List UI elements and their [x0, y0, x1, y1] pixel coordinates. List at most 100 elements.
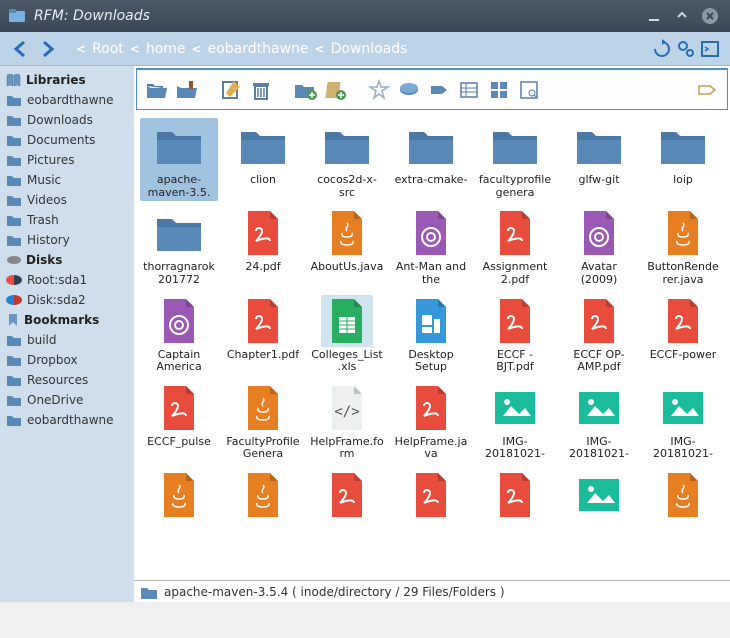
file-item[interactable]: ButtonRenderer.java: [644, 205, 722, 288]
open-button[interactable]: [143, 76, 171, 104]
file-label: Captain America: [142, 349, 216, 374]
file-item[interactable]: [308, 467, 386, 525]
refresh-button[interactable]: [652, 39, 672, 59]
file-label: IMG-20181021-: [646, 436, 720, 461]
new-folder-button[interactable]: [291, 76, 319, 104]
sidebar-item-videos[interactable]: Videos: [0, 190, 134, 210]
folder-icon: [153, 207, 205, 259]
crumb-eobardthawne[interactable]: eobardthawne: [208, 41, 309, 57]
folder-icon: [321, 120, 373, 172]
file-item[interactable]: [224, 467, 302, 525]
folder-icon: [237, 120, 289, 172]
file-label: HelpFrame.form: [310, 436, 384, 461]
file-item[interactable]: Colleges_List.xls: [308, 293, 386, 376]
sidebar-item-resources[interactable]: Resources: [0, 370, 134, 390]
java-icon: [237, 382, 289, 434]
file-item[interactable]: [560, 467, 638, 525]
java-icon: [321, 207, 373, 259]
terminal-button[interactable]: [700, 39, 720, 59]
sidebar-item-onedrive[interactable]: OneDrive: [0, 390, 134, 410]
file-item[interactable]: Ant-Man and the: [392, 205, 470, 288]
file-label: ECCF-power: [650, 349, 717, 362]
sidebar-item-trash[interactable]: Trash: [0, 210, 134, 230]
file-item[interactable]: AboutUs.java: [308, 205, 386, 288]
file-item[interactable]: facultyprofilegenera: [476, 118, 554, 201]
file-item[interactable]: [476, 467, 554, 525]
pdf-icon: [405, 469, 457, 521]
sidebar-item-pictures[interactable]: Pictures: [0, 150, 134, 170]
file-item[interactable]: [644, 467, 722, 525]
open-with-button[interactable]: [173, 76, 201, 104]
file-item[interactable]: cocos2d-x-src: [308, 118, 386, 201]
file-item[interactable]: Captain America: [140, 293, 218, 376]
file-label: IMG-20181021-: [562, 436, 636, 461]
crumb-home[interactable]: home: [146, 41, 186, 57]
crumb-root[interactable]: Root: [92, 41, 124, 57]
preview-button[interactable]: [515, 76, 543, 104]
file-item[interactable]: clion: [224, 118, 302, 201]
file-item[interactable]: IMG-20181021-: [476, 380, 554, 463]
icon-view-button[interactable]: [485, 76, 513, 104]
bookmark-button[interactable]: [365, 76, 393, 104]
sidebar-item-eobardthawne[interactable]: eobardthawne: [0, 410, 134, 430]
file-item[interactable]: HelpFrame.java: [392, 380, 470, 463]
sidebar-item-disk-sda2[interactable]: Disk:sda2: [0, 290, 134, 310]
file-label: Assignment 2.pdf: [478, 261, 552, 286]
file-item[interactable]: Avatar (2009): [560, 205, 638, 288]
file-item[interactable]: Assignment 2.pdf: [476, 205, 554, 288]
file-item[interactable]: IMG-20181021-: [560, 380, 638, 463]
delete-button[interactable]: [247, 76, 275, 104]
file-item[interactable]: ECCF_pulse: [140, 380, 218, 463]
status-text: apache-maven-3.5.4 ( inode/directory / 2…: [164, 585, 505, 599]
sidebar-header-disks: Disks: [0, 250, 134, 270]
file-item[interactable]: glfw-git: [560, 118, 638, 201]
sidebar-item-build[interactable]: build: [0, 330, 134, 350]
crumb-downloads[interactable]: Downloads: [331, 41, 408, 57]
file-item[interactable]: loip: [644, 118, 722, 201]
file-item[interactable]: [392, 467, 470, 525]
file-item[interactable]: [140, 467, 218, 525]
file-item[interactable]: IMG-20181021-: [644, 380, 722, 463]
pdf-icon: [489, 207, 541, 259]
file-label: 24.pdf: [245, 261, 280, 274]
nav-forward-button[interactable]: [36, 38, 58, 60]
sidebar-item-root-sda1[interactable]: Root:sda1: [0, 270, 134, 290]
sidebar-item-dropbox[interactable]: Dropbox: [0, 350, 134, 370]
sidebar-item-history[interactable]: History: [0, 230, 134, 250]
minimize-button[interactable]: [642, 4, 666, 28]
sidebar-item-documents[interactable]: Documents: [0, 130, 134, 150]
close-button[interactable]: [698, 4, 722, 28]
file-item[interactable]: ECCF OP-AMP.pdf: [560, 293, 638, 376]
file-item[interactable]: FacultyProfileGenera: [224, 380, 302, 463]
file-label: ECCF - BJT.pdf: [478, 349, 552, 374]
pdf-icon: [153, 382, 205, 434]
file-item[interactable]: extra-cmake-: [392, 118, 470, 201]
nav-back-button[interactable]: [10, 38, 32, 60]
file-item[interactable]: 24.pdf: [224, 205, 302, 288]
file-item[interactable]: thorragnarok201772: [140, 205, 218, 288]
file-grid: apache-maven-3.5.clioncocos2d-x-srcextra…: [134, 112, 730, 580]
java-icon: [657, 207, 709, 259]
sidebar-item-music[interactable]: Music: [0, 170, 134, 190]
list-view-button[interactable]: [455, 76, 483, 104]
tag-button[interactable]: [425, 76, 453, 104]
sidebar-item-downloads[interactable]: Downloads: [0, 110, 134, 130]
maximize-button[interactable]: [670, 4, 694, 28]
folder-icon: [405, 120, 457, 172]
file-item[interactable]: ECCF - BJT.pdf: [476, 293, 554, 376]
file-item[interactable]: Desktop Setup: [392, 293, 470, 376]
pdf-icon: [489, 469, 541, 521]
disk-button[interactable]: [395, 76, 423, 104]
new-file-button[interactable]: [321, 76, 349, 104]
pdf-icon: [321, 469, 373, 521]
status-bar: apache-maven-3.5.4 ( inode/directory / 2…: [134, 580, 730, 602]
file-item[interactable]: </>HelpFrame.form: [308, 380, 386, 463]
file-item[interactable]: ECCF-power: [644, 293, 722, 376]
file-item[interactable]: Chapter1.pdf: [224, 293, 302, 376]
file-item[interactable]: apache-maven-3.5.: [140, 118, 218, 201]
sidebar-item-eobardthawne[interactable]: eobardthawne: [0, 90, 134, 110]
settings-button[interactable]: [676, 39, 696, 59]
file-label: glfw-git: [578, 174, 619, 187]
edit-button[interactable]: [217, 76, 245, 104]
tag-view-button[interactable]: [693, 76, 721, 104]
